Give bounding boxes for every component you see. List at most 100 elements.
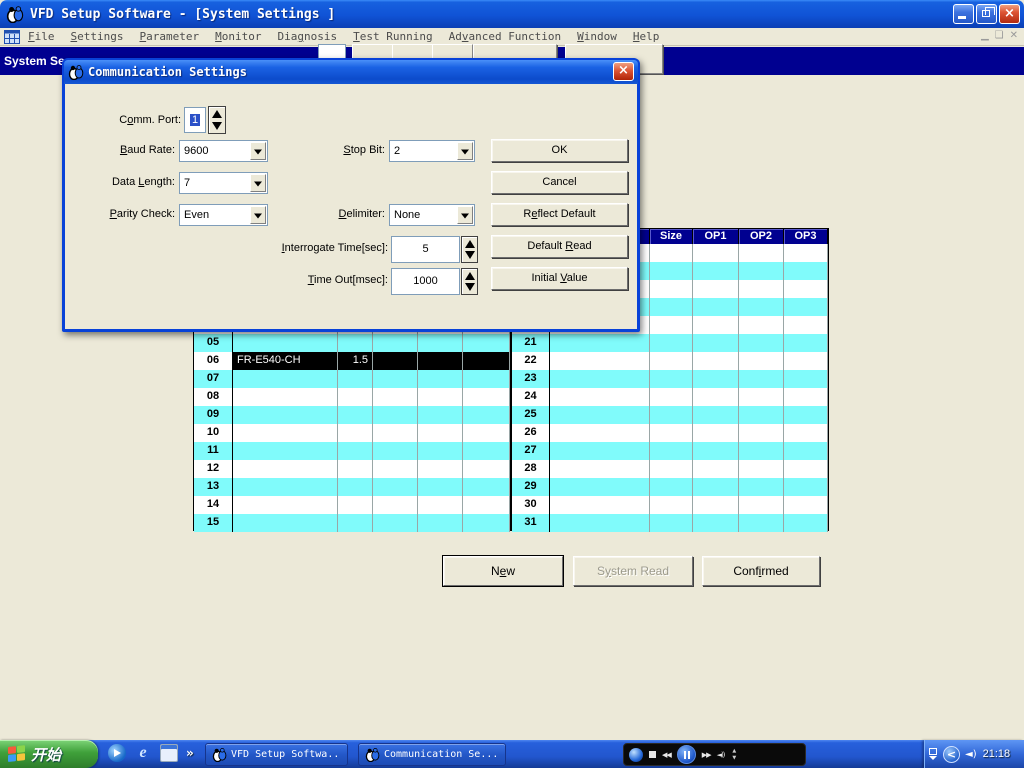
model-cell[interactable] <box>233 334 338 352</box>
op2-cell[interactable] <box>418 406 463 424</box>
op2-cell[interactable] <box>418 424 463 442</box>
op3-cell[interactable] <box>463 496 510 514</box>
op1-cell[interactable] <box>373 514 418 532</box>
model-cell[interactable] <box>233 442 338 460</box>
table-row[interactable]: 14 <box>194 496 510 514</box>
table-row[interactable]: 29 <box>512 478 828 496</box>
row-number-cell[interactable]: 31 <box>512 514 550 532</box>
cancel-button[interactable]: Cancel <box>491 171 628 194</box>
op3-cell[interactable] <box>784 388 828 406</box>
model-cell[interactable] <box>550 514 650 532</box>
ok-button[interactable]: OK <box>491 139 628 162</box>
op2-cell[interactable] <box>739 406 784 424</box>
table-row[interactable]: 27 <box>512 442 828 460</box>
size-cell[interactable] <box>650 280 693 298</box>
model-cell[interactable] <box>550 388 650 406</box>
model-cell[interactable] <box>550 334 650 352</box>
band-down-icon[interactable]: ▼ <box>732 755 736 761</box>
dialog-title-bar[interactable]: Communication Settings × <box>64 60 638 84</box>
dropdown-button[interactable] <box>457 142 473 160</box>
size-cell[interactable] <box>338 388 373 406</box>
size-cell[interactable] <box>338 334 373 352</box>
op3-cell[interactable] <box>784 280 828 298</box>
op2-cell[interactable] <box>418 370 463 388</box>
table-row[interactable]: 26 <box>512 424 828 442</box>
op1-cell[interactable] <box>373 352 418 370</box>
data-length-combo[interactable]: 7 <box>179 172 268 194</box>
row-number-cell[interactable]: 11 <box>194 442 233 460</box>
stop-bit-combo[interactable]: 2 <box>389 140 475 162</box>
size-cell[interactable] <box>338 496 373 514</box>
size-cell[interactable] <box>650 406 693 424</box>
size-cell[interactable] <box>650 478 693 496</box>
dropdown-button[interactable] <box>250 206 266 224</box>
size-cell[interactable] <box>650 424 693 442</box>
delimiter-combo[interactable]: None <box>389 204 475 226</box>
op2-cell[interactable] <box>739 298 784 316</box>
stop-icon[interactable] <box>649 751 656 758</box>
row-number-cell[interactable]: 25 <box>512 406 550 424</box>
op1-cell[interactable] <box>373 388 418 406</box>
table-row[interactable]: 05 <box>194 334 510 352</box>
size-cell[interactable] <box>650 514 693 532</box>
model-cell[interactable] <box>550 478 650 496</box>
op2-cell[interactable] <box>739 442 784 460</box>
op1-cell[interactable] <box>373 424 418 442</box>
op1-cell[interactable] <box>693 370 739 388</box>
model-cell[interactable] <box>233 514 338 532</box>
row-number-cell[interactable]: 08 <box>194 388 233 406</box>
title-bar[interactable]: VFD Setup Software - [System Settings ] … <box>0 0 1024 28</box>
op1-cell[interactable] <box>693 424 739 442</box>
op3-cell[interactable] <box>784 298 828 316</box>
op2-cell[interactable] <box>739 424 784 442</box>
row-number-cell[interactable]: 28 <box>512 460 550 478</box>
op2-cell[interactable] <box>739 262 784 280</box>
model-cell[interactable] <box>233 496 338 514</box>
op2-cell[interactable] <box>418 460 463 478</box>
op3-cell[interactable] <box>784 514 828 532</box>
comm-port-spinner[interactable] <box>208 106 226 134</box>
size-cell[interactable] <box>338 442 373 460</box>
op3-cell[interactable] <box>463 424 510 442</box>
op1-cell[interactable] <box>693 280 739 298</box>
dropdown-button[interactable] <box>457 206 473 224</box>
interrogate-time-spinner[interactable] <box>461 236 478 263</box>
restore-button[interactable] <box>976 4 997 24</box>
table-row[interactable]: 11 <box>194 442 510 460</box>
table-row[interactable]: 23 <box>512 370 828 388</box>
start-button[interactable]: 开始 <box>0 740 98 768</box>
op3-cell[interactable] <box>784 316 828 334</box>
table-row[interactable]: 08 <box>194 388 510 406</box>
size-cell[interactable] <box>650 262 693 280</box>
op2-cell[interactable] <box>418 388 463 406</box>
dropdown-button[interactable] <box>250 142 266 160</box>
model-cell[interactable] <box>550 424 650 442</box>
size-cell[interactable] <box>650 370 693 388</box>
mdi-minimize-icon[interactable]: ▁ <box>981 30 989 41</box>
mdi-restore-icon[interactable]: ❏ <box>995 30 1004 41</box>
initial-value-button[interactable]: Initial Value <box>491 267 628 290</box>
parity-check-combo[interactable]: Even <box>179 204 268 226</box>
new-button[interactable]: New <box>443 556 563 586</box>
size-cell[interactable] <box>338 514 373 532</box>
row-number-cell[interactable]: 10 <box>194 424 233 442</box>
model-cell[interactable] <box>233 370 338 388</box>
op3-cell[interactable] <box>784 334 828 352</box>
model-cell[interactable] <box>550 370 650 388</box>
op3-cell[interactable] <box>463 442 510 460</box>
model-cell[interactable] <box>233 460 338 478</box>
table-row[interactable]: 12 <box>194 460 510 478</box>
op2-cell[interactable] <box>739 352 784 370</box>
system-read-button[interactable]: System Read <box>573 556 693 586</box>
row-number-cell[interactable]: 22 <box>512 352 550 370</box>
op3-cell[interactable] <box>463 334 510 352</box>
size-cell[interactable] <box>650 496 693 514</box>
op1-cell[interactable] <box>373 442 418 460</box>
op1-cell[interactable] <box>693 460 739 478</box>
minimize-button[interactable] <box>953 4 974 24</box>
op2-cell[interactable] <box>418 442 463 460</box>
row-number-cell[interactable]: 05 <box>194 334 233 352</box>
menu-item-parameter[interactable]: Parameter <box>139 30 199 43</box>
op2-cell[interactable] <box>739 478 784 496</box>
model-cell[interactable]: FR-E540-CH <box>233 352 338 370</box>
